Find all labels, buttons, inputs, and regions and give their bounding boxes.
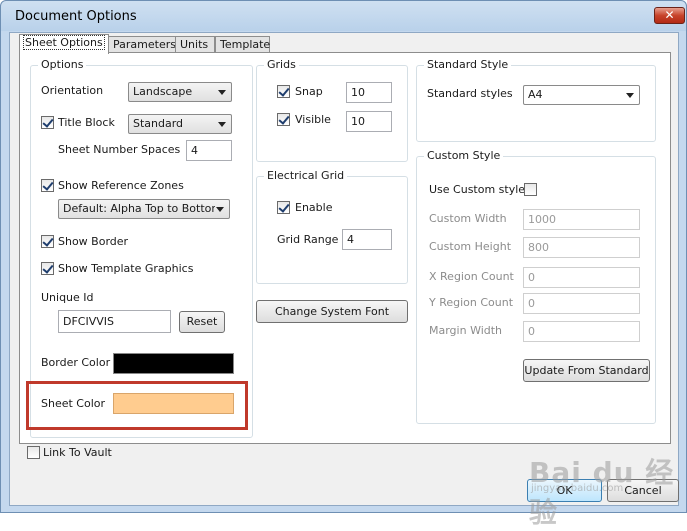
custom-height-label: Custom Height [429,240,512,253]
standard-style-group: Standard Style Standard styles A4 [416,58,656,142]
title-bar[interactable]: Document Options ✕ [1,1,686,33]
title-block-checkbox[interactable] [41,116,54,129]
enable-checkbox[interactable] [277,201,290,214]
visible-checkbox[interactable] [277,113,290,126]
visible-input[interactable]: 10 [346,111,392,132]
close-button[interactable]: ✕ [654,7,685,24]
link-to-vault-checkbox[interactable] [27,446,40,459]
reference-zones-value: Default: Alpha Top to Bottom [63,202,215,215]
chevron-down-icon [218,90,226,95]
grid-range-label: Grid Range [277,233,339,246]
baidu-watermark-url: jingyan.baidu.com [531,483,624,494]
x-region-count-input[interactable]: 0 [523,267,640,288]
border-color-swatch[interactable] [113,353,234,374]
visible-label: Visible [295,113,331,126]
dialog-client-area: Sheet Options Parameters Units Template … [9,32,679,506]
sheet-number-spaces-label: Sheet Number Spaces [58,143,181,156]
unique-id-label: Unique Id [41,291,94,304]
options-legend: Options [38,58,87,71]
document-options-dialog: Document Options ✕ Sheet Options Paramet… [0,0,687,529]
title-block-dropdown[interactable]: Standard [128,114,232,134]
standard-styles-dropdown[interactable]: A4 [523,85,640,105]
margin-width-label: Margin Width [429,324,503,337]
snap-checkbox[interactable] [277,85,290,98]
use-custom-style-checkbox[interactable] [524,183,537,196]
grid-range-input[interactable]: 4 [342,229,392,250]
y-region-count-label: Y Region Count [429,296,514,309]
chevron-down-icon [626,93,634,98]
standard-styles-value: A4 [528,88,543,101]
dialog-title: Document Options [15,9,137,24]
grids-group: Grids Snap 10 Visible 10 [256,58,408,162]
x-region-count-label: X Region Count [429,270,514,283]
electrical-grid-legend: Electrical Grid [264,169,348,182]
use-custom-style-label: Use Custom style [429,183,526,196]
orientation-dropdown[interactable]: Landscape [128,82,232,102]
chevron-down-icon [218,122,226,127]
custom-style-group: Custom Style Use Custom style Custom Wid… [416,149,656,424]
orientation-value: Landscape [133,85,193,98]
unique-id-input[interactable]: DFCIVVIS [58,310,171,333]
standard-styles-label: Standard styles [427,87,513,100]
show-template-graphics-checkbox[interactable] [41,262,54,275]
tab-units[interactable]: Units [175,36,215,53]
grids-legend: Grids [264,58,299,71]
show-border-checkbox[interactable] [41,235,54,248]
change-system-font-button[interactable]: Change System Font [256,300,408,323]
custom-height-input[interactable]: 800 [523,237,640,258]
show-border-label: Show Border [58,235,129,248]
custom-style-legend: Custom Style [424,149,504,162]
show-reference-zones-checkbox[interactable] [41,179,54,192]
show-reference-zones-label: Show Reference Zones [58,179,184,192]
update-from-standard-button[interactable]: Update From Standard [523,359,650,382]
tab-sheet-options-label: Sheet Options [23,35,105,50]
snap-label: Snap [295,85,323,98]
link-to-vault-label: Link To Vault [43,446,112,459]
custom-width-input[interactable]: 1000 [523,209,640,230]
chevron-down-icon [216,207,224,212]
standard-style-legend: Standard Style [424,58,512,71]
custom-width-label: Custom Width [429,212,507,225]
orientation-label: Orientation [41,84,104,97]
title-block-value: Standard [133,117,184,130]
tab-parameters[interactable]: Parameters [108,36,176,53]
border-color-label: Border Color [41,356,111,369]
sheet-color-highlight-box [26,381,248,430]
margin-width-input[interactable]: 0 [523,321,640,342]
tab-template[interactable]: Template [215,36,270,53]
tab-sheet-options[interactable]: Sheet Options [19,34,109,54]
reset-button[interactable]: Reset [179,311,225,333]
reference-zones-dropdown[interactable]: Default: Alpha Top to Bottom [58,199,230,219]
electrical-grid-group: Electrical Grid Enable Grid Range 4 [256,169,408,284]
enable-label: Enable [295,201,333,214]
title-block-label: Title Block [58,116,115,129]
sheet-number-spaces-input[interactable]: 4 [186,140,232,161]
snap-input[interactable]: 10 [346,82,392,103]
show-template-graphics-label: Show Template Graphics [58,262,194,275]
y-region-count-input[interactable]: 0 [523,293,640,314]
